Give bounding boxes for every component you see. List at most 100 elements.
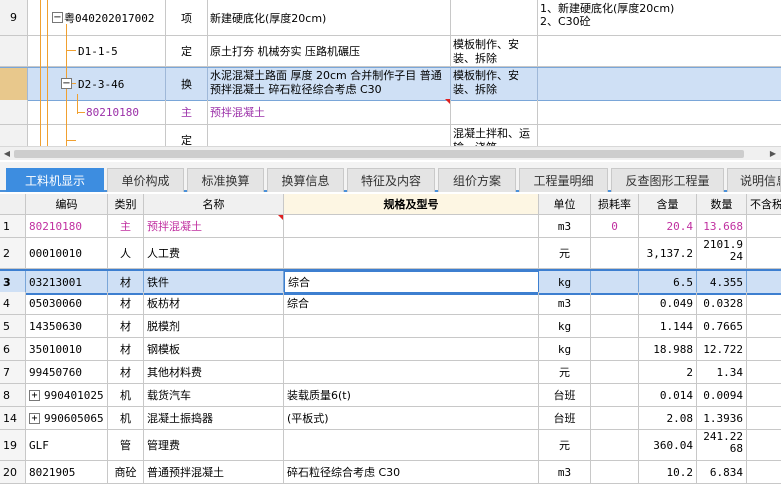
code-cell[interactable]: 80210180 (26, 215, 108, 237)
tax-exclusive-cell[interactable] (747, 461, 781, 483)
table-row[interactable]: 1 80210180 主预拌混凝土 m3 0 20.4 13.668 (0, 215, 781, 238)
quantity-cell[interactable]: 1.34 (697, 361, 747, 383)
tax-exclusive-cell[interactable] (747, 238, 781, 268)
tab-standard-conversion[interactable]: 标准换算 (187, 168, 264, 192)
category-cell[interactable]: 机 (108, 384, 144, 406)
table-row[interactable]: 20 8021905 商砼 普通预拌混凝土 碎石粒径综合考虑 C30 m3 10.2 6.83… (0, 461, 781, 484)
loss-rate-cell[interactable] (591, 271, 639, 293)
spec-cell[interactable]: 综合 (284, 271, 539, 293)
tab-pricing-scheme[interactable]: 组价方案 (438, 168, 516, 192)
spec-cell[interactable] (284, 361, 539, 383)
table-row[interactable]: 19 GLF 管管理费 元 360.04 241.2268 (0, 430, 781, 461)
tree-row[interactable]: D1-1-5 定 原土打夯 机械夯实 压路机碾压 模板制作、安装、拆除 (0, 36, 781, 67)
unit-cell[interactable]: 元 (539, 238, 591, 268)
tab-unit-price-composition[interactable]: 单价构成 (107, 168, 184, 192)
quantity-cell[interactable]: 1.3936 (697, 407, 747, 429)
content-cell[interactable]: 1.144 (639, 315, 697, 337)
code-cell[interactable]: 05030060 (26, 292, 108, 314)
header-quantity[interactable]: 数量 (697, 194, 747, 214)
category-cell[interactable]: 材 (108, 315, 144, 337)
spec-cell[interactable] (284, 215, 539, 237)
tree-row[interactable]: 9 粤040202017002 项 新建硬底化(厚度20cm) 1、新建硬底化(… (0, 0, 781, 36)
tax-exclusive-cell[interactable] (747, 407, 781, 429)
tab-features-content[interactable]: 特征及内容 (347, 168, 435, 192)
content-cell[interactable]: 2.08 (639, 407, 697, 429)
tab-labor-material-machine[interactable]: 工料机显示 (6, 168, 104, 192)
tax-exclusive-cell[interactable] (747, 361, 781, 383)
loss-rate-cell[interactable] (591, 407, 639, 429)
category-cell[interactable]: 商砼 (108, 461, 144, 483)
table-row[interactable]: 2 00010010 人人工费 元 3,137.2 2101.924 (0, 238, 781, 269)
content-cell[interactable]: 0.049 (639, 292, 697, 314)
content-cell[interactable]: 20.4 (639, 215, 697, 237)
unit-cell[interactable]: kg (539, 271, 591, 293)
name-cell[interactable]: 管理费 (144, 430, 284, 460)
category-cell[interactable]: 材 (108, 271, 144, 293)
unit-cell[interactable]: m3 (539, 461, 591, 483)
quantity-cell[interactable]: 6.834 (697, 461, 747, 483)
code-cell[interactable]: +990605065 (26, 407, 108, 429)
content-cell[interactable]: 2 (639, 361, 697, 383)
content-cell[interactable]: 0.014 (639, 384, 697, 406)
code-cell[interactable]: 14350630 (26, 315, 108, 337)
name-cell[interactable]: 板枋材 (144, 292, 284, 314)
loss-rate-cell[interactable] (591, 361, 639, 383)
loss-rate-cell[interactable] (591, 315, 639, 337)
tax-exclusive-cell[interactable] (747, 430, 781, 460)
spec-cell[interactable] (284, 338, 539, 360)
name-cell[interactable]: 人工费 (144, 238, 284, 268)
scrollbar-thumb[interactable] (14, 150, 744, 158)
table-row[interactable]: 6 35010010 材钢模板 kg 18.988 12.722 (0, 338, 781, 361)
name-cell[interactable]: 铁件 (144, 271, 284, 293)
quantity-cell[interactable]: 0.0328 (697, 292, 747, 314)
tax-exclusive-cell[interactable] (747, 215, 781, 237)
spec-cell[interactable]: 碎石粒径综合考虑 C30 (284, 461, 539, 483)
table-row[interactable]: 8 +990401025 机载货汽车 装载质量6(t) 台班 0.014 0.0094 (0, 384, 781, 407)
name-cell[interactable]: 预拌混凝土 (144, 215, 284, 237)
tax-exclusive-cell[interactable] (747, 292, 781, 314)
tree-row-selected[interactable]: D2-3-46 换 水泥混凝土路面 厚度 20cm 合并制作子目 普通预拌混凝土… (0, 67, 781, 101)
category-cell[interactable]: 管 (108, 430, 144, 460)
loss-rate-cell[interactable] (591, 461, 639, 483)
code-cell[interactable]: +990401025 (26, 384, 108, 406)
header-unit[interactable]: 单位 (539, 194, 591, 214)
content-cell[interactable]: 3,137.2 (639, 238, 697, 268)
tax-exclusive-cell[interactable] (747, 384, 781, 406)
unit-cell[interactable]: 元 (539, 430, 591, 460)
expand-toggle-icon[interactable]: + (29, 389, 40, 401)
loss-rate-cell[interactable]: 0 (591, 215, 639, 237)
tab-quantity-details[interactable]: 工程量明细 (519, 168, 608, 192)
spec-cell[interactable]: 综合 (284, 292, 539, 314)
tab-conversion-info[interactable]: 换算信息 (267, 168, 344, 192)
loss-rate-cell[interactable] (591, 292, 639, 314)
scroll-left-icon[interactable]: ◀ (2, 149, 12, 159)
category-cell[interactable]: 材 (108, 292, 144, 314)
header-category[interactable]: 类别 (108, 194, 144, 214)
table-row[interactable]: 7 99450760 材其他材料费 元 2 1.34 (0, 361, 781, 384)
unit-cell[interactable]: 台班 (539, 407, 591, 429)
tab-reverse-lookup-quantity[interactable]: 反查图形工程量 (611, 168, 724, 192)
unit-cell[interactable]: m3 (539, 215, 591, 237)
code-cell[interactable]: 00010010 (26, 238, 108, 268)
unit-cell[interactable]: 台班 (539, 384, 591, 406)
unit-cell[interactable]: 元 (539, 361, 591, 383)
expand-toggle-icon[interactable]: + (29, 412, 40, 424)
spec-cell[interactable] (284, 430, 539, 460)
tree-row[interactable]: 定 混凝土拌和、运输、浇筑 (0, 125, 781, 146)
code-cell[interactable]: 8021905 (26, 461, 108, 483)
quantity-cell[interactable]: 241.2268 (697, 430, 747, 460)
quantity-cell[interactable]: 2101.924 (697, 238, 747, 268)
content-cell[interactable]: 10.2 (639, 461, 697, 483)
category-cell[interactable]: 人 (108, 238, 144, 268)
code-cell[interactable]: 99450760 (26, 361, 108, 383)
tax-exclusive-cell[interactable] (747, 338, 781, 360)
header-tax-exclusive[interactable]: 不含税 (747, 194, 781, 214)
content-cell[interactable]: 6.5 (639, 271, 697, 293)
category-cell[interactable]: 材 (108, 361, 144, 383)
spec-cell[interactable] (284, 315, 539, 337)
unit-cell[interactable]: kg (539, 338, 591, 360)
header-spec[interactable]: 规格及型号 (284, 194, 539, 214)
quantity-cell[interactable]: 0.7665 (697, 315, 747, 337)
name-cell[interactable]: 钢模板 (144, 338, 284, 360)
name-cell[interactable]: 脱模剂 (144, 315, 284, 337)
